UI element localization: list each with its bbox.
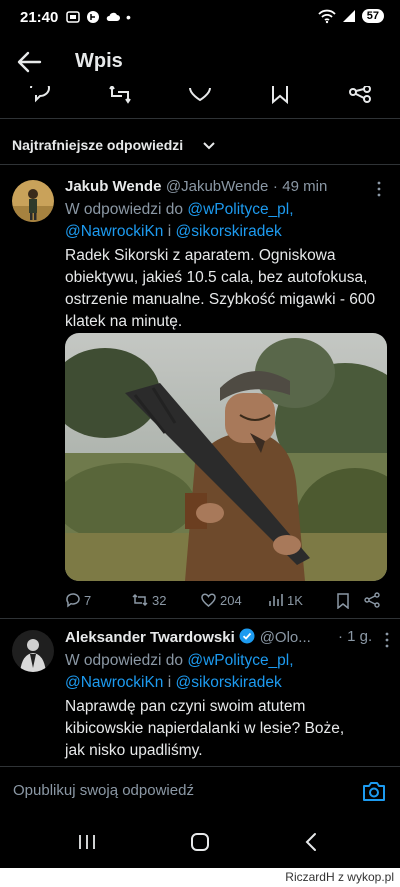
- repost-count-button[interactable]: 32: [131, 592, 166, 608]
- bookmark-icon[interactable]: [336, 593, 350, 609]
- repost-count: 32: [152, 592, 167, 608]
- timestamp[interactable]: 49 min: [282, 178, 327, 195]
- attached-photo[interactable]: [65, 333, 387, 581]
- status-system-icons: 57: [318, 8, 384, 24]
- conjunction: i: [167, 674, 172, 691]
- mention-link[interactable]: @NawrockiKn: [65, 674, 163, 691]
- divider: [0, 118, 400, 119]
- reply-icon: [66, 593, 80, 608]
- mention-link[interactable]: @sikorskiradek: [176, 674, 282, 691]
- author-name[interactable]: Aleksander Twardowski: [65, 629, 235, 646]
- signal-icon: [342, 10, 355, 22]
- camera-icon[interactable]: [362, 780, 386, 802]
- author-name[interactable]: Jakub Wende: [65, 178, 161, 195]
- reply-to-line: W odpowiedzi do @wPolityce_pl, @Nawrocki…: [65, 650, 385, 694]
- views-count-button[interactable]: 1K: [268, 592, 303, 608]
- reply-header: Aleksander Twardowski @Olo...: [65, 628, 311, 647]
- like-count-button[interactable]: 204: [200, 592, 242, 608]
- post-action-row: [0, 86, 400, 114]
- heart-icon: [201, 593, 216, 607]
- reply-to-line: W odpowiedzi do @wPolityce_pl, @Nawrocki…: [65, 199, 385, 243]
- share-icon[interactable]: [348, 86, 372, 110]
- repost-icon: [132, 593, 148, 607]
- repost-icon[interactable]: [108, 86, 132, 110]
- analytics-icon: [269, 594, 283, 606]
- timestamp[interactable]: 1 g.: [347, 628, 372, 645]
- reply-text: Naprawdę pan czyni swoim atutem kibicows…: [65, 698, 345, 759]
- like-count: 204: [220, 592, 242, 608]
- avatar[interactable]: [12, 180, 54, 222]
- back-icon[interactable]: [304, 832, 318, 852]
- status-dot: •: [126, 9, 131, 25]
- battery-indicator: 57: [361, 9, 384, 23]
- reply-prefix: W odpowiedzi do: [65, 652, 184, 669]
- separator-dot: ·: [272, 178, 278, 195]
- reply-count: 7: [84, 592, 92, 608]
- bookmark-icon[interactable]: [268, 86, 292, 110]
- chevron-down-icon[interactable]: [202, 139, 216, 153]
- mention-link[interactable]: @wPolityce_pl,: [187, 652, 293, 669]
- watermark-text: RiczardH z wykop.pl: [285, 870, 394, 884]
- separator-dot: ·: [338, 628, 343, 645]
- share-icon[interactable]: [364, 592, 380, 608]
- recent-apps-icon[interactable]: [78, 834, 96, 850]
- conjunction: i: [167, 223, 172, 240]
- page-title: Wpis: [75, 50, 123, 72]
- status-notification-icons: •: [66, 10, 131, 24]
- more-options-icon[interactable]: [379, 632, 395, 648]
- reply-header: Jakub Wende @JakubWende · 49 min: [65, 178, 327, 196]
- mention-link[interactable]: @sikorskiradek: [176, 223, 282, 240]
- screenshot-icon: [66, 11, 80, 23]
- reply-text: Radek Sikorski z aparatem. Ogniskowa obi…: [65, 247, 376, 330]
- status-bar: 21:40 • 57: [0, 0, 400, 38]
- like-icon[interactable]: [188, 86, 212, 110]
- divider: [0, 164, 400, 165]
- divider: [0, 618, 400, 619]
- mention-link[interactable]: @wPolityce_pl,: [187, 201, 293, 218]
- more-options-icon[interactable]: [371, 181, 387, 197]
- author-handle[interactable]: @Olo...: [260, 629, 311, 646]
- cloud-icon: [106, 12, 120, 21]
- author-handle[interactable]: @JakubWende: [166, 178, 269, 195]
- home-icon[interactable]: [190, 832, 210, 852]
- reply-icon[interactable]: [28, 86, 52, 110]
- avatar[interactable]: [12, 630, 54, 672]
- mention-link[interactable]: @NawrockiKn: [65, 223, 163, 240]
- sort-replies-dropdown[interactable]: Najtrafniejsze odpowiedzi: [12, 137, 183, 153]
- system-navigation-bar: [0, 816, 400, 868]
- reply-prefix: W odpowiedzi do: [65, 201, 184, 218]
- reply-count-button[interactable]: 7: [65, 592, 91, 608]
- back-arrow-icon[interactable]: [16, 50, 42, 74]
- reply-input[interactable]: Opublikuj swoją odpowiedź: [13, 782, 194, 799]
- status-time: 21:40: [20, 9, 59, 26]
- wifi-icon: [318, 9, 336, 24]
- app-notification-icon: [87, 11, 99, 23]
- reply-time: · 1 g.: [338, 628, 372, 645]
- verified-badge-icon: [239, 628, 255, 644]
- views-count: 1K: [287, 592, 303, 608]
